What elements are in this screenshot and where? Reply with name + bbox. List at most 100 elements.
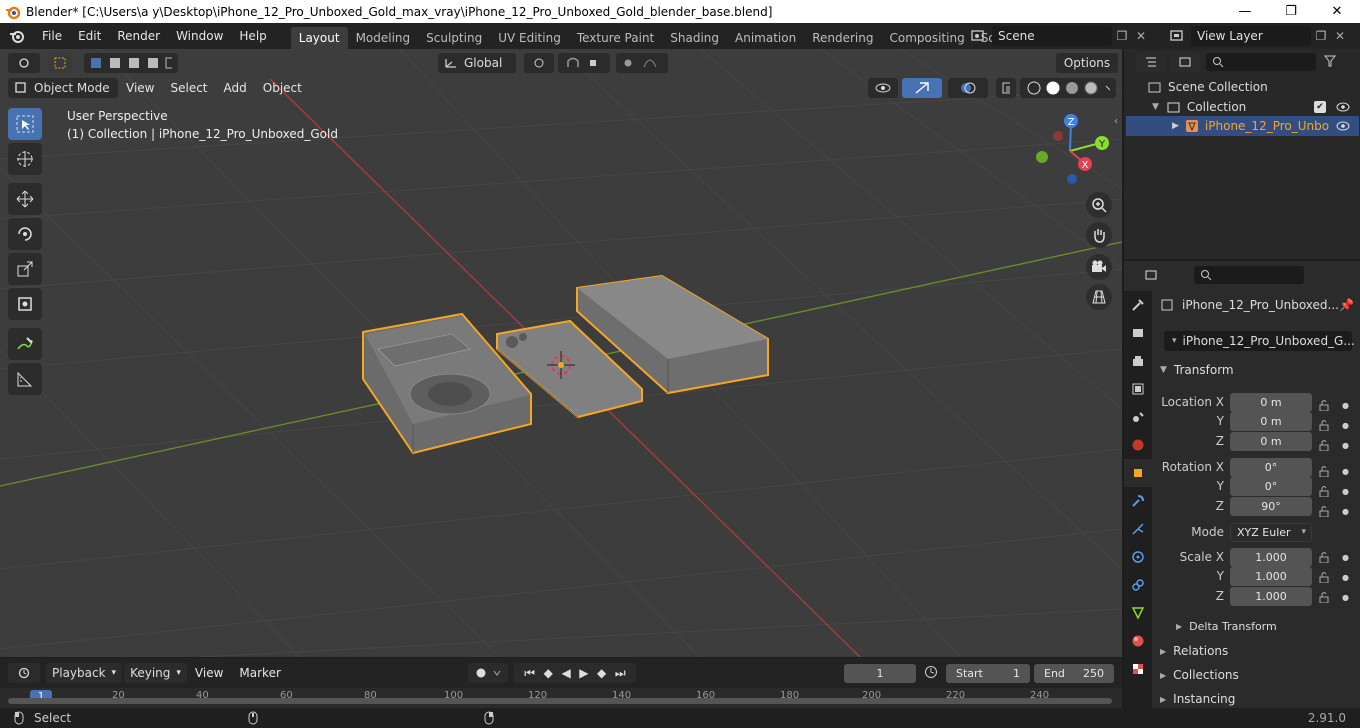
object-expand-icon[interactable]: ▶ (1172, 121, 1179, 131)
rotate-tool-icon[interactable] (8, 218, 42, 250)
navigation-gizmo[interactable]: Z Y X (1030, 111, 1120, 201)
tab-uv-editing[interactable]: UV Editing (490, 27, 569, 49)
scene-browse-icon[interactable] (964, 29, 992, 43)
object-mode-dropdown[interactable]: Object Mode (8, 78, 118, 98)
timeline-editor-type-icon[interactable] (8, 663, 40, 683)
overlays-icon[interactable] (948, 78, 988, 98)
tab-rendering[interactable]: Rendering (804, 27, 881, 49)
visibility-icon[interactable] (868, 78, 898, 98)
timeline-marker-menu[interactable]: Marker (231, 666, 288, 680)
location-z-field[interactable]: 0 m (1230, 431, 1312, 451)
3d-viewport[interactable]: User Perspective (1) Collection | iPhone… (0, 49, 1122, 657)
auto-keying-icon[interactable] (468, 663, 508, 683)
physics-tab-icon[interactable] (1124, 543, 1152, 571)
keying-menu[interactable]: Keying ▾ (124, 663, 187, 683)
select-tool-icon[interactable] (8, 108, 42, 140)
preview-range-icon[interactable] (924, 665, 944, 682)
object-datablock-field[interactable]: ▾ iPhone_12_Pro_Unboxed_G... (1164, 331, 1355, 351)
delta-transform-section[interactable]: ▶ Delta Transform (1176, 620, 1277, 633)
material-tab-icon[interactable] (1124, 627, 1152, 655)
prev-keyframe-icon[interactable]: ◆ (544, 666, 553, 680)
close-button[interactable]: ✕ (1314, 0, 1360, 23)
transform-tool-icon[interactable] (8, 288, 42, 320)
timeline-ruler[interactable]: 1 20 40 60 80 100 120 140 160 180 200 22… (0, 688, 1122, 708)
menu-edit[interactable]: Edit (70, 23, 109, 49)
world-tab-icon[interactable] (1124, 431, 1152, 459)
jump-end-icon[interactable]: ⏭ (615, 666, 626, 681)
options-dropdown[interactable]: Options (1056, 53, 1118, 73)
perspective-toggle-icon[interactable] (1086, 284, 1112, 310)
collection-expand-icon[interactable]: ▼ (1152, 102, 1159, 112)
menu-help[interactable]: Help (231, 23, 274, 49)
menu-render[interactable]: Render (109, 23, 168, 49)
instancing-section[interactable]: ▶ Instancing (1160, 692, 1235, 706)
gizmo-toggle-icon[interactable] (902, 78, 942, 98)
measure-tool-icon[interactable] (8, 363, 42, 395)
constraints-tab-icon[interactable] (1124, 571, 1152, 599)
menu-window[interactable]: Window (168, 23, 231, 49)
rotation-x-lock-icon[interactable]: ● (1318, 461, 1358, 481)
texture-tab-icon[interactable] (1124, 655, 1152, 683)
menu-file[interactable]: File (34, 23, 70, 49)
rotation-mode-dropdown[interactable]: XYZ Euler ▾ (1230, 522, 1312, 542)
scale-x-lock-icon[interactable]: ● (1318, 547, 1358, 567)
tab-layout[interactable]: Layout (290, 27, 348, 49)
view-layer-tab-icon[interactable] (1124, 375, 1152, 403)
outliner-object-row[interactable]: ▶ iPhone_12_Pro_Unbo (1126, 116, 1359, 136)
scale-z-field[interactable]: 1.000 (1230, 586, 1312, 606)
zoom-icon[interactable] (1086, 192, 1112, 218)
pivot-point-icon[interactable] (524, 53, 554, 73)
location-x-lock-icon[interactable]: ● (1318, 395, 1358, 415)
scale-z-lock-icon[interactable]: ● (1318, 587, 1358, 607)
relations-section[interactable]: ▶ Relations (1160, 644, 1228, 658)
snapping-icon[interactable] (558, 53, 610, 73)
location-x-field[interactable]: 0 m (1230, 392, 1312, 412)
modifier-tab-icon[interactable] (1124, 487, 1152, 515)
tab-sculpting[interactable]: Sculpting (418, 27, 490, 49)
remove-view-layer-icon[interactable]: ✕ (1331, 29, 1349, 43)
tab-modeling[interactable]: Modeling (348, 27, 419, 49)
proportional-editing-icon[interactable] (616, 53, 668, 73)
scale-x-field[interactable]: 1.000 (1230, 547, 1312, 567)
rotation-y-field[interactable]: 0° (1230, 476, 1312, 496)
editor-type-icon[interactable] (8, 53, 40, 73)
viewport-menu-select[interactable]: Select (162, 81, 215, 95)
pan-hand-icon[interactable] (1086, 222, 1112, 248)
camera-view-icon[interactable] (1086, 254, 1112, 280)
end-frame-field[interactable]: End 250 (1034, 663, 1114, 683)
viewport-menu-object[interactable]: Object (255, 81, 310, 95)
view-layer-field[interactable]: View Layer (1191, 26, 1311, 46)
tab-animation[interactable]: Animation (727, 27, 804, 49)
jump-start-icon[interactable]: ⏮ (524, 666, 535, 681)
scale-y-lock-icon[interactable]: ● (1318, 567, 1358, 587)
scene-tab-icon[interactable] (1124, 403, 1152, 431)
output-tab-icon[interactable] (1124, 347, 1152, 375)
object-visibility-icon[interactable] (1336, 121, 1350, 131)
rotation-z-lock-icon[interactable]: ● (1318, 501, 1358, 521)
timeline-view-menu[interactable]: View (187, 666, 231, 680)
xray-toggle-icon[interactable] (996, 78, 1016, 98)
timeline-scrollbar[interactable] (8, 698, 1112, 704)
selection-mode-icons[interactable] (84, 53, 178, 73)
sidebar-toggle-icon[interactable]: ‹ (1114, 116, 1118, 127)
playback-menu[interactable]: Playback ▾ (46, 663, 123, 683)
scale-tool-icon[interactable] (8, 253, 42, 285)
particles-tab-icon[interactable] (1124, 515, 1152, 543)
filter-icon[interactable] (1323, 55, 1337, 70)
view-layer-browse-icon[interactable] (1163, 29, 1191, 43)
cursor-tool-icon[interactable] (8, 143, 42, 175)
select-box-tool-icon[interactable] (48, 53, 72, 73)
properties-search-field[interactable] (1194, 266, 1304, 284)
maximize-button[interactable]: ❐ (1268, 0, 1314, 23)
collection-checkbox[interactable]: ✔ (1314, 101, 1326, 113)
location-y-lock-icon[interactable]: ● (1318, 415, 1358, 435)
outliner-scene-collection[interactable]: Scene Collection (1124, 77, 1360, 97)
new-scene-icon[interactable]: ❐ (1112, 29, 1132, 43)
transform-orientation-dropdown[interactable]: Global (438, 53, 516, 73)
outliner-collection[interactable]: ▼ Collection ✔ (1124, 97, 1360, 117)
display-mode-icon[interactable] (1170, 52, 1200, 72)
outliner-search-field[interactable] (1206, 53, 1316, 71)
pin-icon[interactable]: 📌 (1339, 298, 1354, 312)
tool-tab-icon[interactable] (1124, 291, 1152, 319)
tab-texture-paint[interactable]: Texture Paint (569, 27, 662, 49)
